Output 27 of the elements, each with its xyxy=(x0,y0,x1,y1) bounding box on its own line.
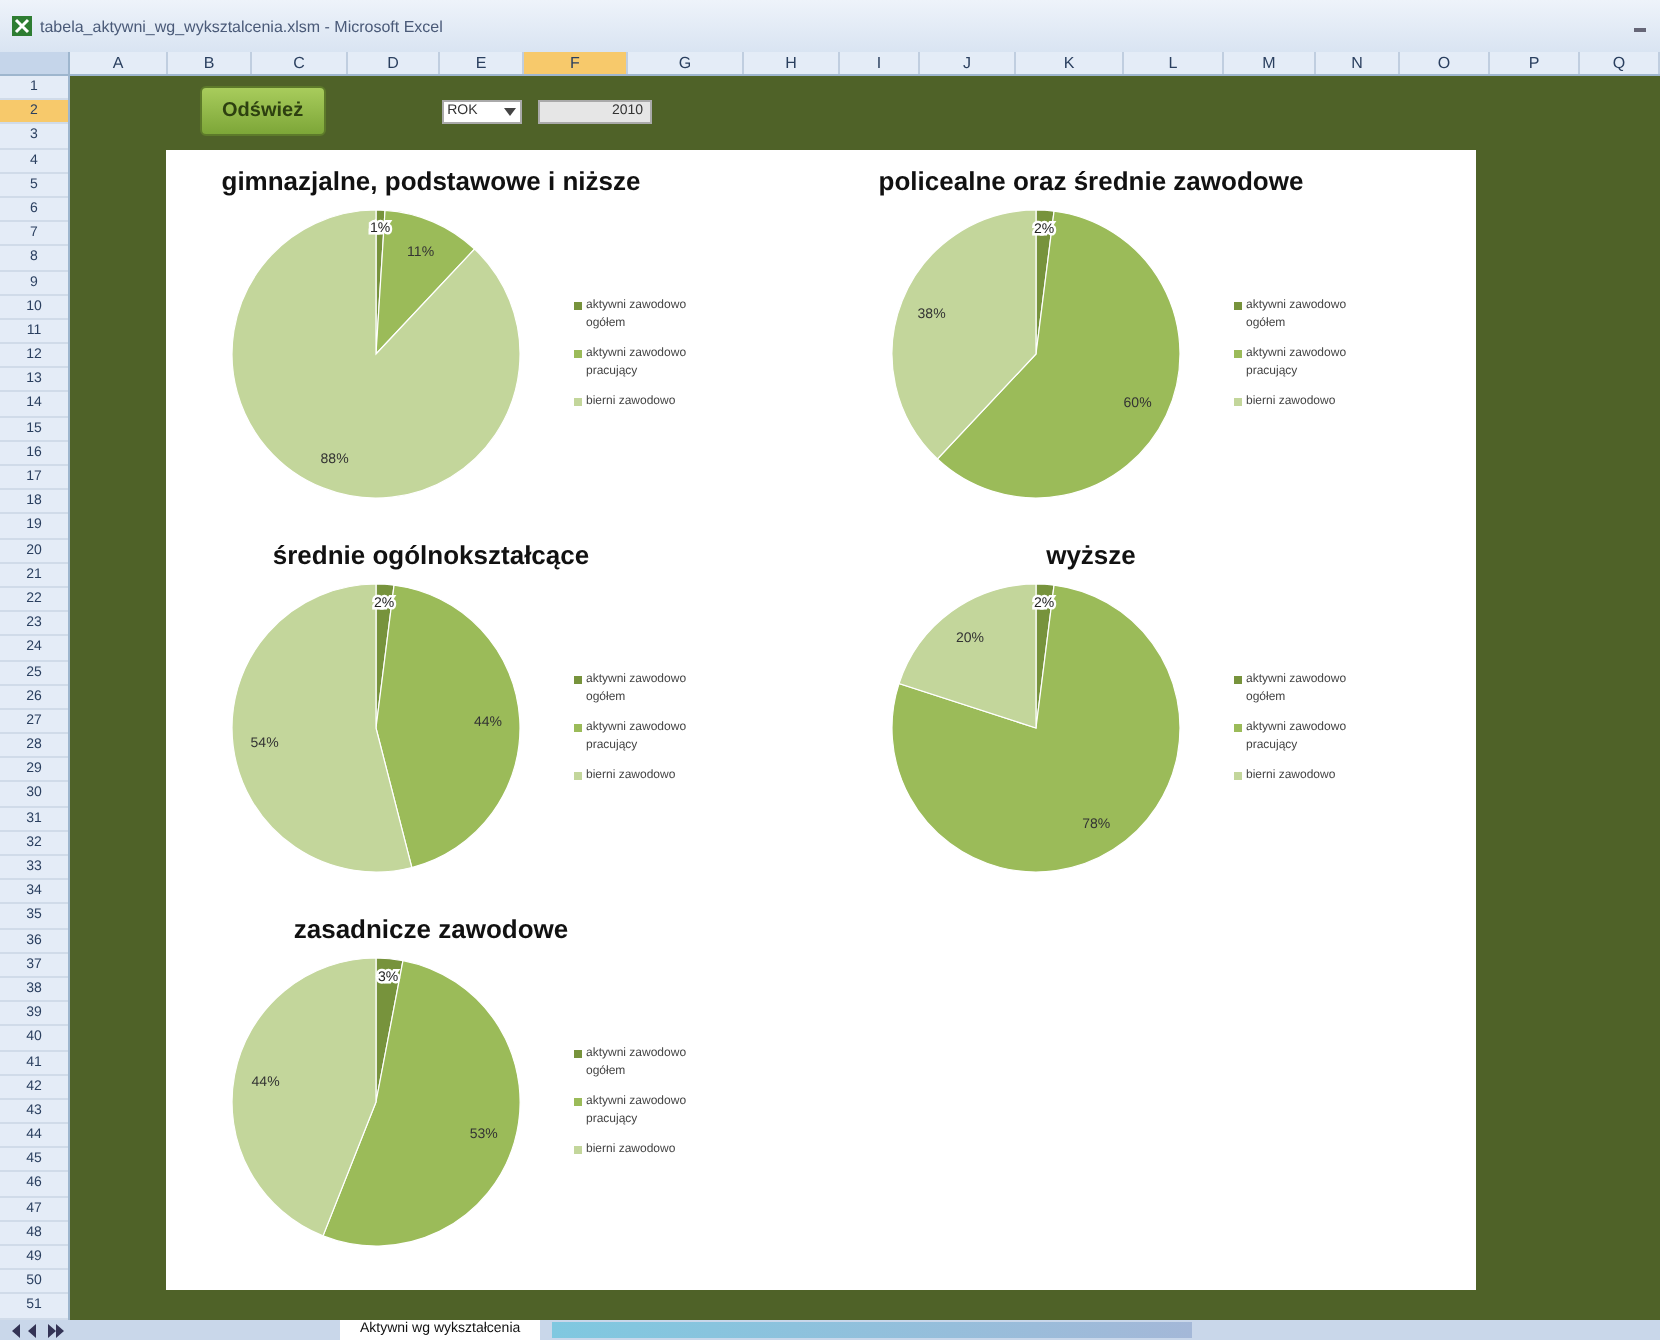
spreadsheet-icon xyxy=(12,16,32,36)
column-header[interactable]: P xyxy=(1490,52,1580,74)
chart-title: policealne oraz średnie zawodowe xyxy=(876,166,1306,196)
sheet-navigation-icon[interactable] xyxy=(8,1323,68,1337)
column-header[interactable]: D xyxy=(348,52,440,74)
window-title: tabela_aktywni_wg_wyksztalcenia.xlsm - Microsoft Excel xyxy=(40,17,443,35)
column-header[interactable]: I xyxy=(840,52,920,74)
column-header[interactable]: J xyxy=(920,52,1016,74)
column-header[interactable]: F xyxy=(524,52,628,74)
column-header[interactable]: H xyxy=(744,52,840,74)
caret-icon xyxy=(503,107,516,115)
column-header[interactable]: M xyxy=(1224,52,1316,74)
column-header[interactable]: C xyxy=(252,52,348,74)
column-header[interactable]: N xyxy=(1316,52,1400,74)
column-header[interactable]: O xyxy=(1400,52,1490,74)
column-header[interactable]: G xyxy=(628,52,744,74)
chart-title: zasadnicze zawodowe xyxy=(291,914,571,944)
column-header[interactable]: K xyxy=(1016,52,1124,74)
column-header[interactable]: L xyxy=(1124,52,1224,74)
column-header[interactable]: B xyxy=(168,52,252,74)
chart-title: wyższe xyxy=(1044,540,1138,570)
refresh-button[interactable]: Odśwież xyxy=(200,86,326,136)
chart-title: średnie ogólnokształcące xyxy=(270,540,592,570)
chart-title: gimnazjalne, podstawowe i niższe xyxy=(219,166,643,196)
column-header[interactable]: Q xyxy=(1580,52,1660,74)
horizontal-scrollbar[interactable] xyxy=(552,1322,1193,1338)
column-header[interactable]: A xyxy=(70,52,168,74)
